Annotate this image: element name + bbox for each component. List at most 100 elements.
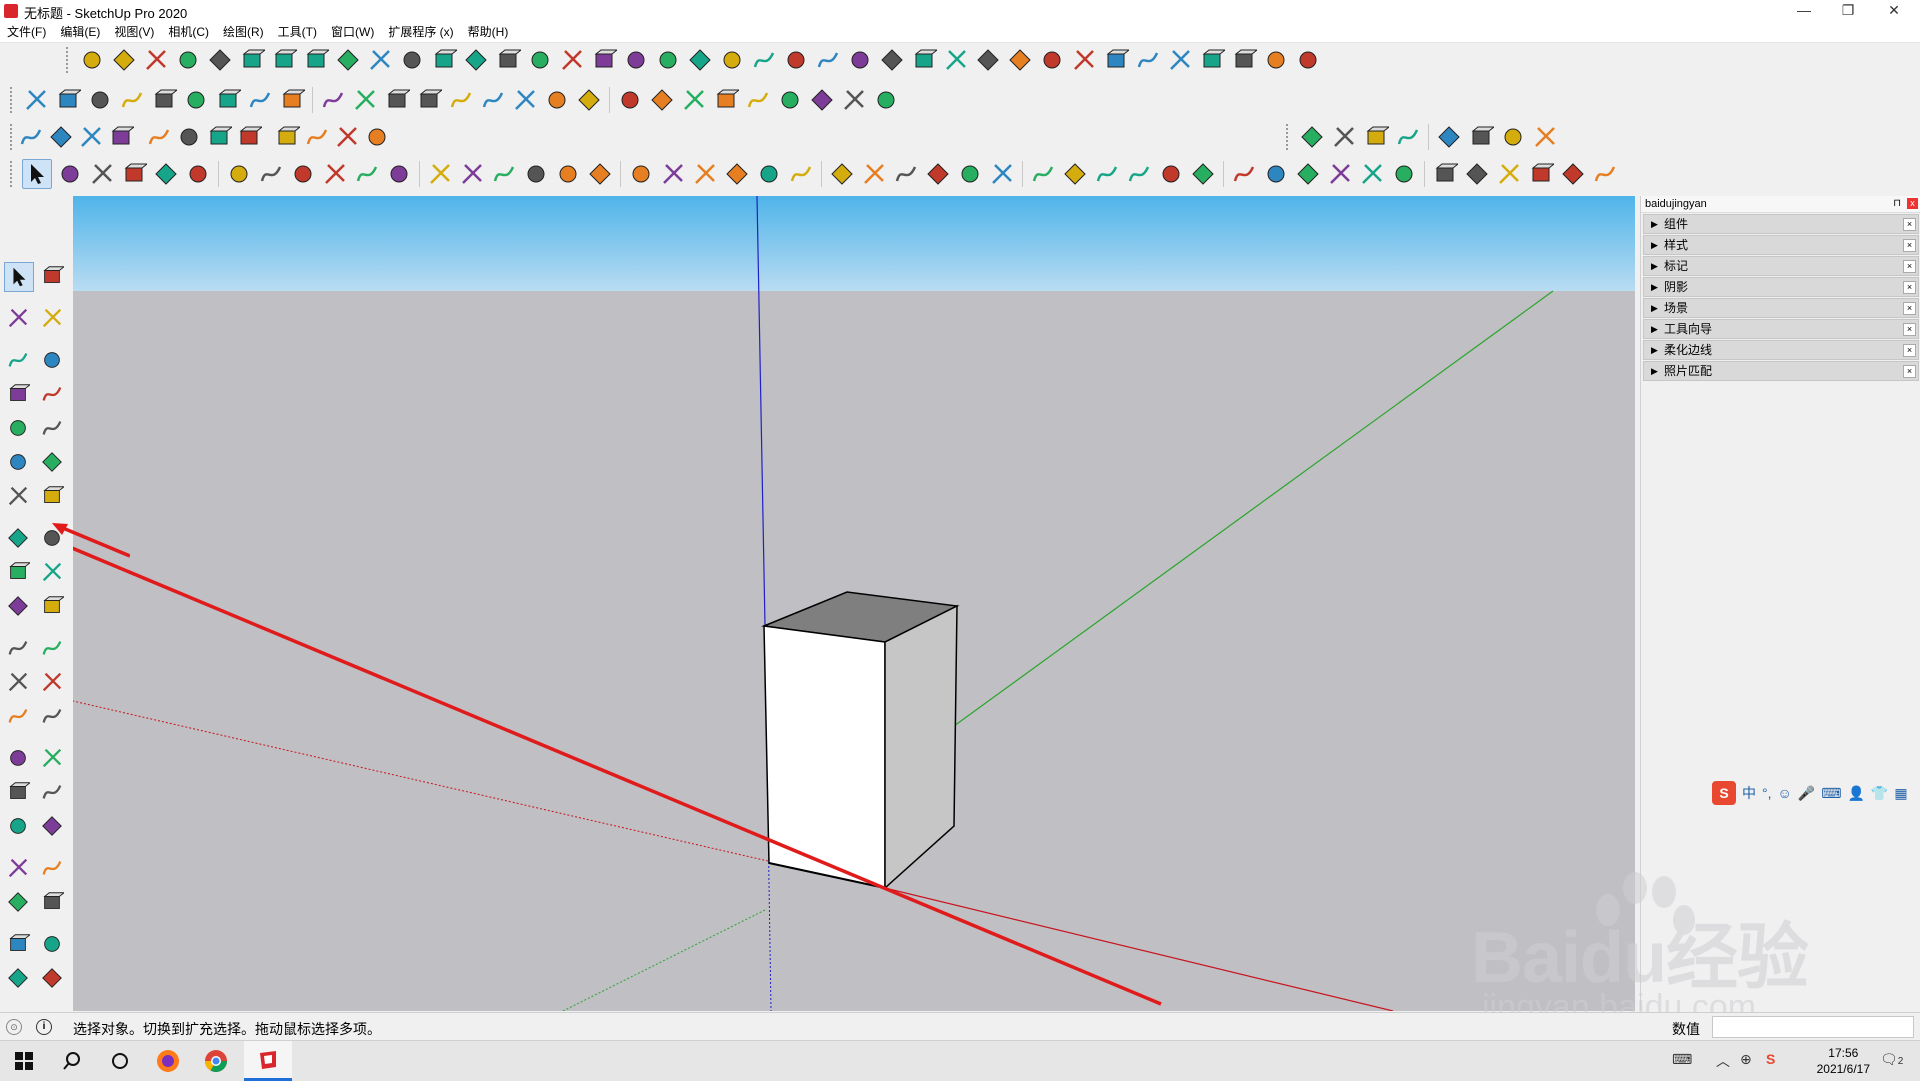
menu-window[interactable]: 窗口(W) — [324, 22, 381, 42]
box-side-face[interactable] — [884, 604, 958, 890]
house-green-icon[interactable] — [744, 86, 772, 114]
bezier-icon[interactable] — [118, 86, 146, 114]
top-icon[interactable] — [1499, 123, 1527, 151]
3d-text-icon[interactable] — [38, 702, 66, 730]
stripes-icon[interactable] — [1262, 46, 1290, 74]
panel-close-icon[interactable]: × — [1903, 365, 1916, 378]
text-icon[interactable] — [385, 160, 413, 188]
wrench-icon[interactable] — [511, 86, 539, 114]
zoom-window-icon[interactable] — [38, 778, 66, 806]
sogou-logo-icon[interactable]: S — [1712, 781, 1736, 805]
curve-icon[interactable] — [22, 86, 50, 114]
front-view-icon[interactable] — [1061, 160, 1089, 188]
menu-edit[interactable]: 编辑(E) — [53, 22, 107, 42]
style-builder-icon[interactable] — [1463, 160, 1491, 188]
rectangle-icon[interactable] — [4, 380, 32, 408]
layers3-icon[interactable] — [1362, 123, 1390, 151]
ime-punctuation-icon[interactable]: °, — [1762, 785, 1772, 801]
3dwarehouse-icon[interactable] — [586, 160, 614, 188]
cut-icon[interactable] — [174, 46, 202, 74]
grid-icon[interactable] — [1070, 46, 1098, 74]
panel-soften-edges[interactable]: ▶ 柔化边线 × — [1643, 340, 1919, 360]
model-viewport[interactable] — [73, 196, 1635, 1011]
extension-icon[interactable] — [364, 123, 390, 151]
menu-view[interactable]: 视图(V) — [107, 22, 161, 42]
line-icon[interactable] — [447, 86, 475, 114]
railing-icon[interactable] — [1006, 46, 1034, 74]
monochrome-icon[interactable] — [956, 160, 984, 188]
diamond-icon[interactable] — [1198, 46, 1226, 74]
layers-icon[interactable] — [1298, 123, 1326, 151]
pan-icon[interactable] — [176, 123, 202, 151]
rotated-rect-icon[interactable] — [38, 380, 66, 408]
ruby-icon[interactable] — [206, 46, 234, 74]
move-icon[interactable] — [4, 524, 32, 552]
top-view-icon[interactable] — [1029, 160, 1057, 188]
rectangle-tool-icon[interactable] — [152, 160, 180, 188]
edge-icon[interactable] — [150, 86, 178, 114]
iso-view-icon[interactable] — [988, 160, 1016, 188]
hook2-icon[interactable] — [383, 86, 411, 114]
stack-icon[interactable] — [750, 46, 778, 74]
search-button[interactable] — [48, 1041, 96, 1081]
zoom-icon[interactable] — [48, 123, 74, 151]
circle-icon[interactable] — [4, 414, 32, 442]
spline-icon[interactable] — [86, 86, 114, 114]
tray-close-icon[interactable]: x — [1907, 198, 1918, 209]
bottom-view-icon[interactable] — [1189, 160, 1217, 188]
move-tool-icon[interactable] — [257, 160, 285, 188]
pattern-icon[interactable] — [942, 46, 970, 74]
arc-tool-icon[interactable] — [120, 160, 148, 188]
network-icon[interactable]: ⊕ — [1740, 1051, 1752, 1068]
menu-help[interactable]: 帮助(H) — [461, 22, 516, 42]
taskbar-chrome[interactable] — [192, 1041, 240, 1081]
rotate-tool-icon[interactable] — [289, 160, 317, 188]
ramp-icon[interactable] — [1230, 46, 1258, 74]
share-icon[interactable] — [38, 930, 66, 958]
select-icon[interactable] — [22, 159, 52, 189]
arc3-icon[interactable] — [4, 482, 32, 510]
arrow-icon[interactable] — [718, 46, 746, 74]
panel-close-icon[interactable]: × — [1903, 239, 1916, 252]
chamfer-icon[interactable] — [430, 46, 458, 74]
house-blue-icon[interactable] — [680, 86, 708, 114]
ime-chinese-toggle[interactable]: 中 — [1742, 783, 1756, 803]
wave-icon[interactable] — [54, 86, 82, 114]
maximize-button[interactable]: ❐ — [1826, 0, 1870, 22]
taskbar-sketchup[interactable] — [244, 1041, 292, 1081]
previous-icon[interactable] — [38, 812, 66, 840]
ime-mic-icon[interactable]: 🎤 — [1798, 785, 1815, 802]
rope-icon[interactable] — [270, 46, 298, 74]
task-view-button[interactable] — [96, 1041, 144, 1081]
menu-tools[interactable]: 工具(T) — [271, 22, 324, 42]
panel-tags[interactable]: ▶ 标记 × — [1643, 256, 1919, 276]
polyline-icon[interactable] — [110, 46, 138, 74]
toolbar-grip[interactable] — [66, 47, 72, 73]
sphere-icon[interactable] — [334, 46, 362, 74]
bars-icon[interactable] — [1134, 46, 1162, 74]
fruit-icon[interactable] — [1559, 160, 1587, 188]
ruby-icon[interactable] — [38, 964, 66, 992]
oval-icon[interactable] — [543, 86, 571, 114]
extents-tool-icon[interactable] — [554, 160, 582, 188]
back-view-icon[interactable] — [1125, 160, 1153, 188]
ime-user-icon[interactable]: 👤 — [1847, 785, 1864, 802]
xray-icon[interactable] — [755, 160, 783, 188]
branch-icon[interactable] — [814, 46, 842, 74]
rect-icon[interactable] — [214, 86, 242, 114]
stairs-icon[interactable] — [622, 46, 650, 74]
panel-instructor[interactable]: ▶ 工具向导 × — [1643, 319, 1919, 339]
tape-icon[interactable] — [353, 160, 381, 188]
warehouse2-icon[interactable] — [1358, 160, 1386, 188]
loop-icon[interactable] — [415, 86, 443, 114]
pencil-icon[interactable] — [4, 346, 32, 374]
polygon-icon[interactable] — [38, 414, 66, 442]
ime-skin-icon[interactable]: 👕 — [1871, 785, 1888, 802]
components-icon[interactable] — [627, 160, 655, 188]
zoom-extents-icon[interactable] — [4, 812, 32, 840]
close-button[interactable]: ✕ — [1872, 0, 1916, 22]
section-plane-icon[interactable] — [38, 888, 66, 916]
dimension-icon[interactable] — [38, 634, 66, 662]
measurements-input[interactable] — [1712, 1016, 1914, 1038]
paint-icon[interactable] — [426, 160, 454, 188]
